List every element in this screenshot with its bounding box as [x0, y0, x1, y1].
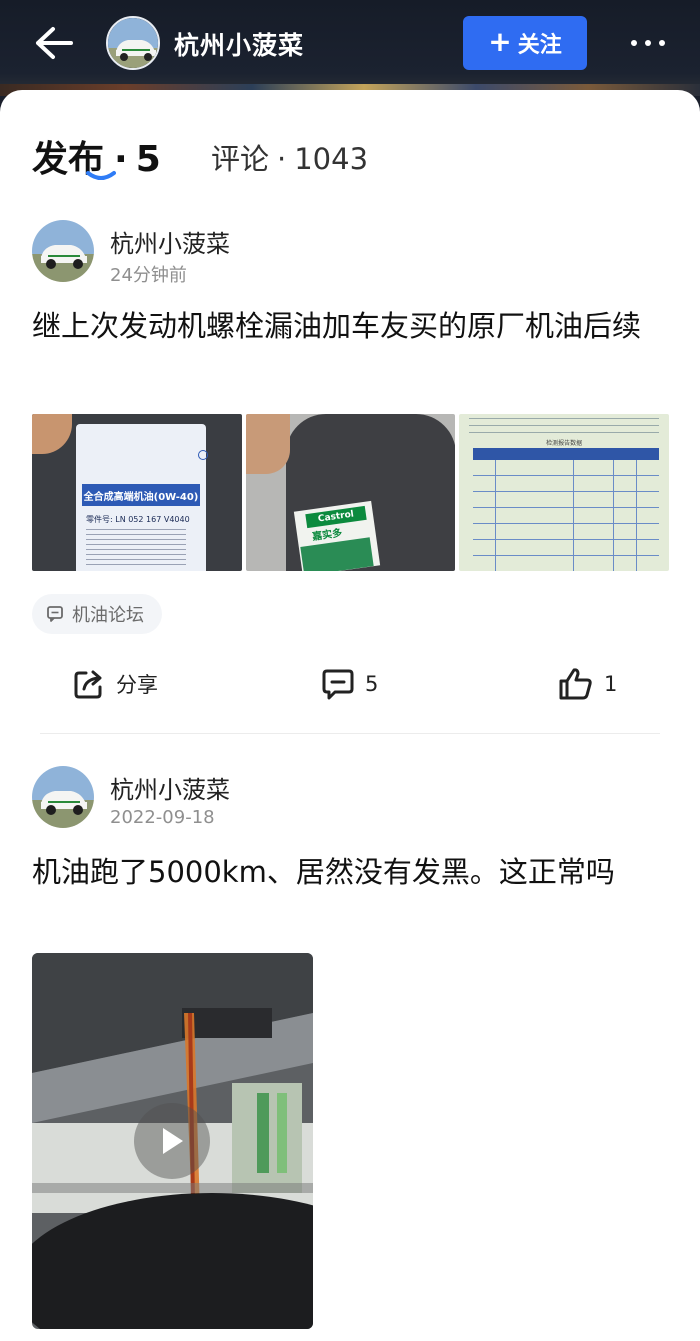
comment-icon — [322, 669, 354, 700]
report-title: 检测报告数据 — [546, 440, 583, 447]
post-actions: 分享 5 1 — [0, 659, 700, 709]
post-time: 24分钟前 — [110, 265, 187, 286]
label-small-print — [86, 529, 186, 565]
post-item: 杭州小菠菜 2022-09-18 机油跑了5000km、居然没有发黑。这正常吗 — [0, 764, 700, 1341]
forum-tag-icon — [47, 606, 63, 622]
post-text[interactable]: 继上次发动机螺栓漏油加车友买的原厂机油后续 — [32, 303, 672, 349]
header-avatar[interactable] — [106, 16, 160, 70]
car-avatar-image — [32, 766, 94, 828]
tab-comments[interactable]: 评论 · 1043 — [211, 136, 368, 178]
author-avatar[interactable] — [32, 766, 94, 828]
report-table-grid — [473, 460, 660, 571]
like-button[interactable]: 1 — [558, 659, 617, 709]
more-dot — [645, 40, 651, 46]
content-card: 发布 · 5 评论 · 1043 杭州小菠菜 24分钟前 继上次发动机螺栓漏油加车友买的… — [0, 90, 700, 1341]
follow-label: 关注 — [517, 33, 562, 58]
hand-shape — [32, 414, 72, 454]
share-label: 分享 — [116, 673, 158, 697]
oil-label-part: 零件号: LN 052 167 V4040 — [86, 515, 190, 524]
share-button[interactable]: 分享 — [72, 659, 158, 709]
forum-tag-label: 机油论坛 — [72, 605, 144, 626]
car-avatar-image — [108, 18, 158, 68]
follow-button[interactable]: + 关注 — [463, 16, 587, 70]
more-dot — [659, 40, 665, 46]
post-image[interactable]: Castrol 嘉实多 — [245, 414, 456, 571]
play-icon — [163, 1128, 183, 1154]
more-options-button[interactable] — [620, 22, 676, 64]
report-header-lines — [469, 418, 660, 438]
back-button[interactable] — [28, 20, 78, 66]
top-bar: 杭州小菠菜 + 关注 — [0, 0, 700, 96]
post-divider — [40, 733, 660, 734]
plus-icon: + — [488, 24, 512, 58]
tab-comments-count: 1043 — [294, 142, 369, 176]
more-dots-icon — [631, 40, 637, 46]
header-user-name: 杭州小菠菜 — [174, 31, 305, 60]
post-item: 杭州小菠菜 24分钟前 继上次发动机螺栓漏油加车友买的原厂机油后续 全合成高端机… — [0, 218, 700, 748]
forum-tag[interactable]: 机油论坛 — [32, 594, 162, 634]
author-avatar[interactable] — [32, 220, 94, 282]
report-table-header — [473, 448, 660, 460]
post-image-grid: 全合成高端机油(0W-40) 零件号: LN 052 167 V4040 Cas… — [32, 414, 670, 571]
vw-logo — [198, 450, 208, 460]
author-name[interactable]: 杭州小菠菜 — [110, 224, 230, 259]
share-icon — [74, 670, 102, 699]
comment-count: 5 — [365, 672, 379, 696]
play-button[interactable] — [134, 1103, 210, 1179]
hand-shape — [245, 414, 290, 474]
oil-label-title: 全合成高端机油(0W-40) — [82, 484, 200, 506]
comment-button[interactable]: 5 — [321, 659, 378, 709]
post-text[interactable]: 机油跑了5000km、居然没有发黑。这正常吗 — [32, 849, 672, 895]
car-avatar-image — [32, 220, 94, 282]
post-time: 2022-09-18 — [110, 807, 215, 828]
post-image[interactable]: 全合成高端机油(0W-40) 零件号: LN 052 167 V4040 — [32, 414, 242, 571]
post-video[interactable] — [32, 953, 313, 1329]
tab-comments-label: 评论 — [211, 142, 270, 176]
like-count: 1 — [604, 672, 618, 696]
tab-separator: · — [114, 139, 128, 180]
tab-separator: · — [277, 142, 287, 176]
tab-active-indicator — [86, 171, 116, 180]
author-name[interactable]: 杭州小菠菜 — [110, 770, 230, 805]
thumbs-up-icon — [559, 668, 592, 700]
post-image[interactable]: 检测报告数据 — [459, 414, 670, 571]
back-arrow-icon — [36, 27, 73, 59]
tab-published-count: 5 — [135, 139, 161, 180]
